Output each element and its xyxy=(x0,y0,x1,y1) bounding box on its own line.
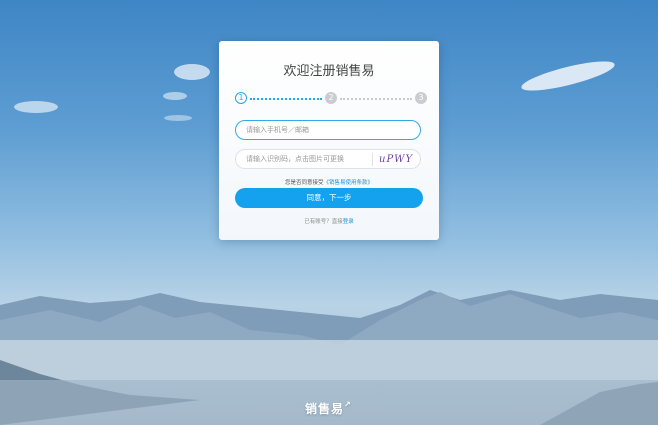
terms-link[interactable]: 《销售易使用条款》 xyxy=(324,180,374,186)
terms-prefix: 您是否同意接受 xyxy=(284,180,324,186)
cloud xyxy=(164,115,192,121)
valley-mist xyxy=(0,340,658,380)
step-2: 2 xyxy=(325,92,337,104)
captcha-field[interactable]: uPWY xyxy=(235,149,421,169)
step-3: 3 xyxy=(415,92,427,104)
captcha-image[interactable]: uPWY xyxy=(379,152,419,167)
step-connector-1 xyxy=(250,98,322,100)
cloud xyxy=(14,101,58,113)
step-indicator: 1 2 3 xyxy=(235,92,429,106)
brand-name: 销售易 xyxy=(305,402,345,416)
step-connector-2 xyxy=(340,98,412,100)
brand-logo: 销售易↗ xyxy=(305,400,352,417)
step-1: 1 xyxy=(235,92,247,104)
arrow-up-right-icon: ↗ xyxy=(344,400,352,409)
account-field[interactable] xyxy=(235,120,421,140)
captcha-input[interactable] xyxy=(246,150,366,168)
login-link[interactable]: 登录 xyxy=(343,219,354,225)
divider xyxy=(372,153,373,166)
register-card: 欢迎注册销售易 1 2 3 uPWY 您是否同意接受《销售易使用条款》 同意，下… xyxy=(219,41,439,240)
page-title: 欢迎注册销售易 xyxy=(283,64,375,79)
cloud xyxy=(521,61,615,91)
cloud xyxy=(174,64,210,80)
cloud xyxy=(163,92,187,100)
login-prefix: 已有账号？直接 xyxy=(304,219,343,225)
terms-agreement: 您是否同意接受《销售易使用条款》 xyxy=(219,178,439,186)
account-input[interactable] xyxy=(246,121,366,139)
agree-next-button[interactable]: 同意，下一步 xyxy=(235,188,423,208)
login-prompt: 已有账号？直接登录 xyxy=(219,217,439,225)
